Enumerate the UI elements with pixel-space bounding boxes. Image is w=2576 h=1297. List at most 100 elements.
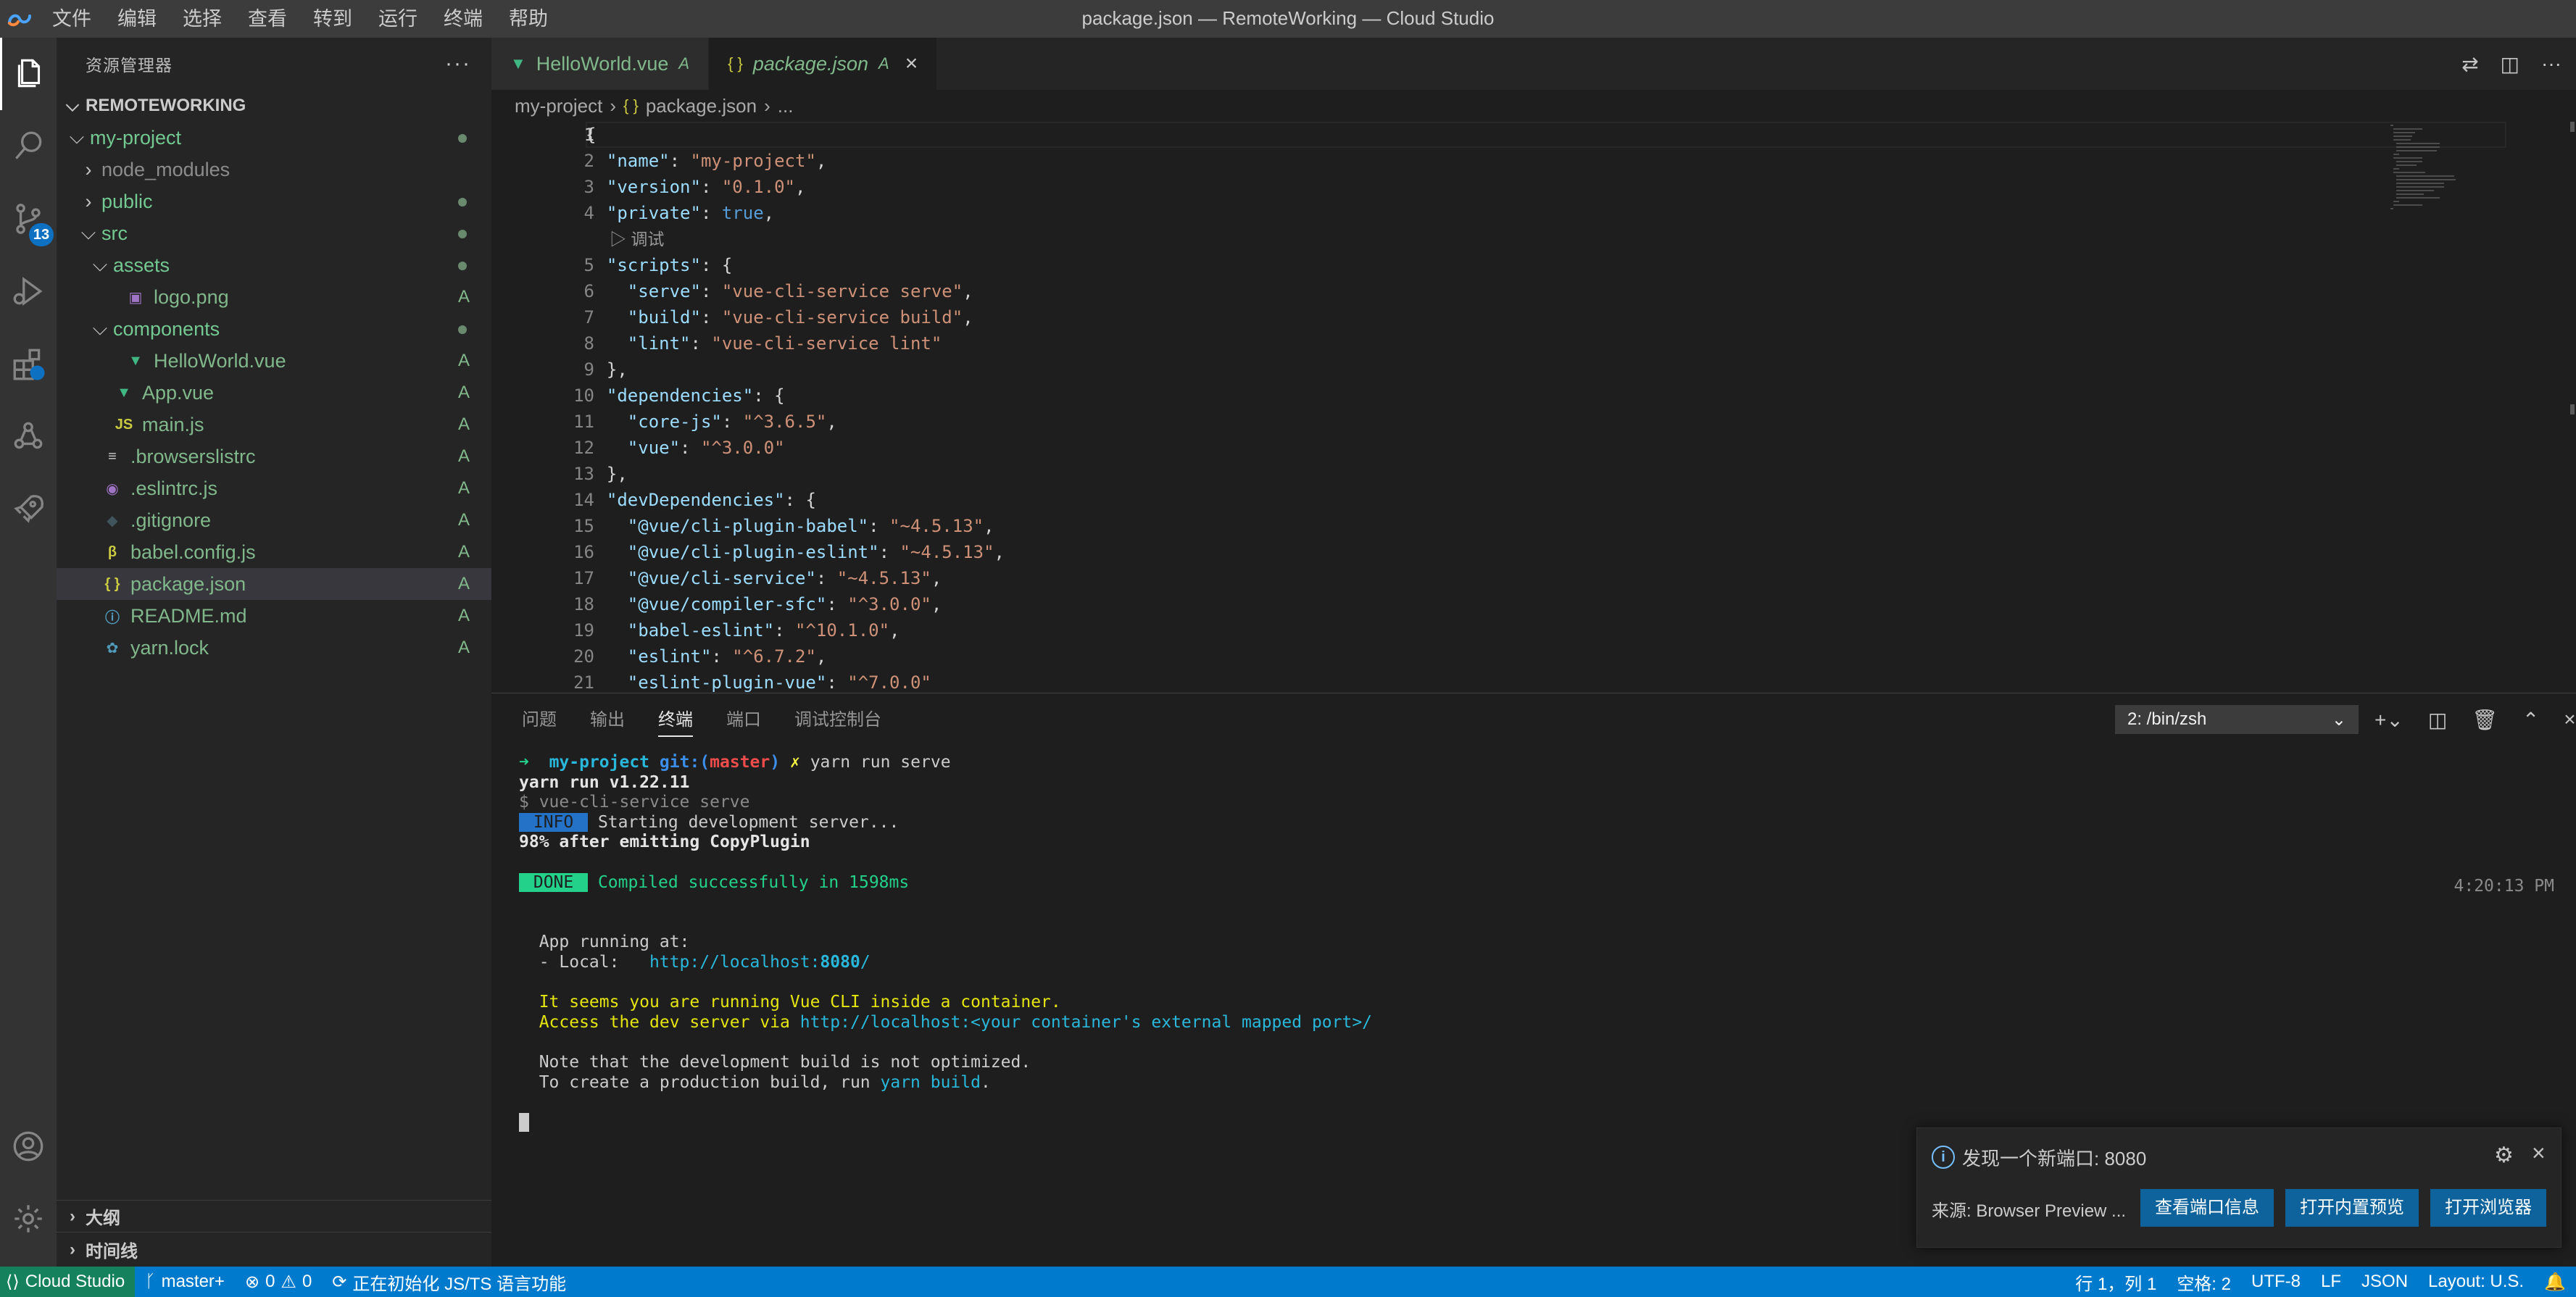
maximize-panel-icon[interactable]: ⌃ (2522, 708, 2539, 732)
menu-terminal[interactable]: 终端 (431, 0, 496, 38)
run-debug-icon[interactable] (0, 255, 57, 328)
more-actions-icon[interactable]: ··· (445, 51, 471, 76)
breadcrumb-file[interactable]: package.json (646, 95, 757, 117)
language-mode[interactable]: JSON (2351, 1272, 2418, 1292)
language-init-status[interactable]: ⟳ 正在初始化 JS/TS 语言功能 (322, 1269, 576, 1295)
code-text: "name": "my-project", (606, 151, 827, 171)
explorer-sidebar: 资源管理器 ··· ⌵ REMOTEWORKING ⌵ my-project › no… (57, 38, 491, 1267)
source-control-icon[interactable]: 13 (0, 183, 57, 255)
menu-run[interactable]: 运行 (365, 0, 431, 38)
terminal-line: It seems you are running Vue CLI inside … (519, 993, 1061, 1012)
tab-ports[interactable]: 端口 (726, 693, 761, 747)
tree-item-components[interactable]: ⌵ components (57, 313, 491, 345)
problems-count[interactable]: ⊗ 0 ⚠ 0 (235, 1272, 322, 1293)
mapped-port-link[interactable]: http://localhost:<your container's exter… (800, 1013, 1372, 1032)
tab-package-json[interactable]: { } package.json A × (709, 38, 938, 90)
chevron-down-icon: ⌵ (92, 317, 108, 339)
cloud-studio-logo-icon[interactable] (0, 0, 39, 38)
code-line: 13 }, (491, 461, 2576, 487)
tree-item-eslintrc-js[interactable]: ◉ .eslintrc.js A (57, 472, 491, 504)
tab-output[interactable]: 输出 (590, 693, 625, 747)
git-branch[interactable]: ᚴ master+ (135, 1272, 235, 1292)
tree-item-public[interactable]: › public (57, 185, 491, 217)
port-notification: i 发现一个新端口: 8080 ⚙ × 来源: Browser Preview … (1916, 1127, 2562, 1248)
tree-item-gitignore[interactable]: ◆ .gitignore A (57, 504, 491, 536)
search-icon[interactable] (0, 110, 57, 183)
open-browser-button[interactable]: 打开浏览器 (2430, 1189, 2546, 1227)
close-icon[interactable]: × (905, 51, 918, 76)
yarn-file-icon: ✿ (106, 640, 119, 656)
view-port-info-button[interactable]: 查看端口信息 (2140, 1189, 2274, 1227)
tree-item-browserslistrc[interactable]: ≡ .browserslistrc A (57, 441, 491, 472)
tree-item-package-json[interactable]: { } package.json A (57, 568, 491, 600)
notifications-bell-icon[interactable]: 🔔 (2534, 1272, 2576, 1293)
menu-selection[interactable]: 选择 (170, 0, 235, 38)
minimap[interactable] (2385, 122, 2566, 238)
debug-codelens[interactable]: ▷ 调试 (610, 226, 664, 252)
tree-item-app-vue[interactable]: ▼ App.vue A (57, 377, 491, 409)
tree-item-src[interactable]: ⌵ src (57, 217, 491, 249)
menu-file[interactable]: 文件 (39, 0, 104, 38)
explorer-icon[interactable] (0, 38, 57, 110)
more-actions-icon[interactable]: ··· (2541, 52, 2562, 75)
menu-view[interactable]: 查看 (235, 0, 300, 38)
cursor-position[interactable]: 行 1，列 1 (2065, 1269, 2166, 1295)
editor-scrollbar[interactable] (2566, 122, 2576, 693)
new-terminal-icon[interactable]: +⌄ (2375, 708, 2403, 732)
image-file-icon: ▣ (128, 289, 143, 306)
tree-item-my-project[interactable]: ⌵ my-project (57, 122, 491, 154)
code-editor[interactable]: 1{2 "name": "my-project", 3 "version": "0… (491, 122, 2576, 693)
menu-edit[interactable]: 编辑 (104, 0, 170, 38)
terminal-select[interactable]: 2: /bin/zsh ⌄ (2115, 705, 2359, 734)
end-of-line[interactable]: LF (2311, 1272, 2351, 1292)
remote-explorer-icon[interactable] (0, 400, 57, 472)
keyboard-layout[interactable]: Layout: U.S. (2418, 1272, 2534, 1292)
code-line: 16 "@vue/cli-plugin-eslint": "~4.5.13", (491, 539, 2576, 565)
tab-debug-console[interactable]: 调试控制台 (794, 693, 881, 747)
tree-item-yarn-lock[interactable]: ✿ yarn.lock A (57, 632, 491, 664)
deploy-rocket-icon[interactable] (0, 472, 57, 545)
open-builtin-preview-button[interactable]: 打开内置预览 (2285, 1189, 2419, 1227)
open-changes-icon[interactable]: ⇄ (2461, 52, 2478, 76)
timeline-label: 时间线 (86, 1242, 138, 1261)
close-panel-icon[interactable]: × (2564, 708, 2575, 731)
tab-problems[interactable]: 问题 (522, 693, 557, 747)
tab-terminal[interactable]: 终端 (658, 693, 693, 747)
terminal-line: App running at: (519, 933, 690, 952)
tree-item-logo-png[interactable]: ▣ logo.png A (57, 281, 491, 313)
account-icon[interactable] (0, 1110, 57, 1183)
lines-file-icon: ≡ (108, 448, 117, 464)
split-editor-icon[interactable]: ◫ (2501, 52, 2519, 76)
line-number: 10 (573, 385, 594, 406)
menu-help[interactable]: 帮助 (496, 0, 561, 38)
extensions-icon[interactable] (0, 328, 57, 400)
timeline-section[interactable]: › 时间线 (57, 1232, 491, 1267)
codelens-row: ▷ 调试 (491, 226, 2576, 252)
json-file-icon: { } (104, 575, 120, 592)
tree-item-babel-config-js[interactable]: β babel.config.js A (57, 536, 491, 568)
sync-icon: ⟳ (332, 1272, 347, 1292)
breadcrumb-more[interactable]: ... (778, 95, 794, 117)
tree-item-readme-md[interactable]: ⓘ README.md A (57, 600, 491, 632)
menu-go[interactable]: 转到 (300, 0, 365, 38)
remote-indicator[interactable]: ⟨⟩ Cloud Studio (0, 1267, 136, 1297)
chevron-right-icon: › (764, 94, 770, 117)
indentation[interactable]: 空格: 2 (2166, 1269, 2241, 1295)
encoding[interactable]: UTF-8 (2241, 1272, 2311, 1292)
breadcrumb-folder[interactable]: my-project (515, 95, 602, 117)
tree-item-label: main.js (142, 413, 204, 435)
tree-item-assets[interactable]: ⌵ assets (57, 249, 491, 281)
tree-item-helloworld-vue[interactable]: ▼ HelloWorld.vue A (57, 345, 491, 377)
tab-helloworld-vue[interactable]: ▼ HelloWorld.vue A (491, 38, 710, 90)
trash-icon[interactable]: 🗑 (2472, 708, 2498, 732)
tree-item-node-modules[interactable]: › node_modules (57, 154, 491, 185)
local-url-link[interactable]: http://localhost:8080/ (649, 953, 871, 972)
split-terminal-icon[interactable]: ◫ (2428, 708, 2447, 732)
git-status-badge: A (457, 351, 470, 370)
workspace-header[interactable]: ⌵ REMOTEWORKING (57, 90, 491, 122)
notification-close-icon[interactable]: × (2532, 1140, 2546, 1167)
tree-item-main-js[interactable]: JS main.js A (57, 409, 491, 441)
notification-settings-gear-icon[interactable]: ⚙ (2494, 1143, 2514, 1168)
outline-section[interactable]: › 大纲 (57, 1200, 491, 1232)
settings-gear-icon[interactable] (0, 1183, 57, 1255)
